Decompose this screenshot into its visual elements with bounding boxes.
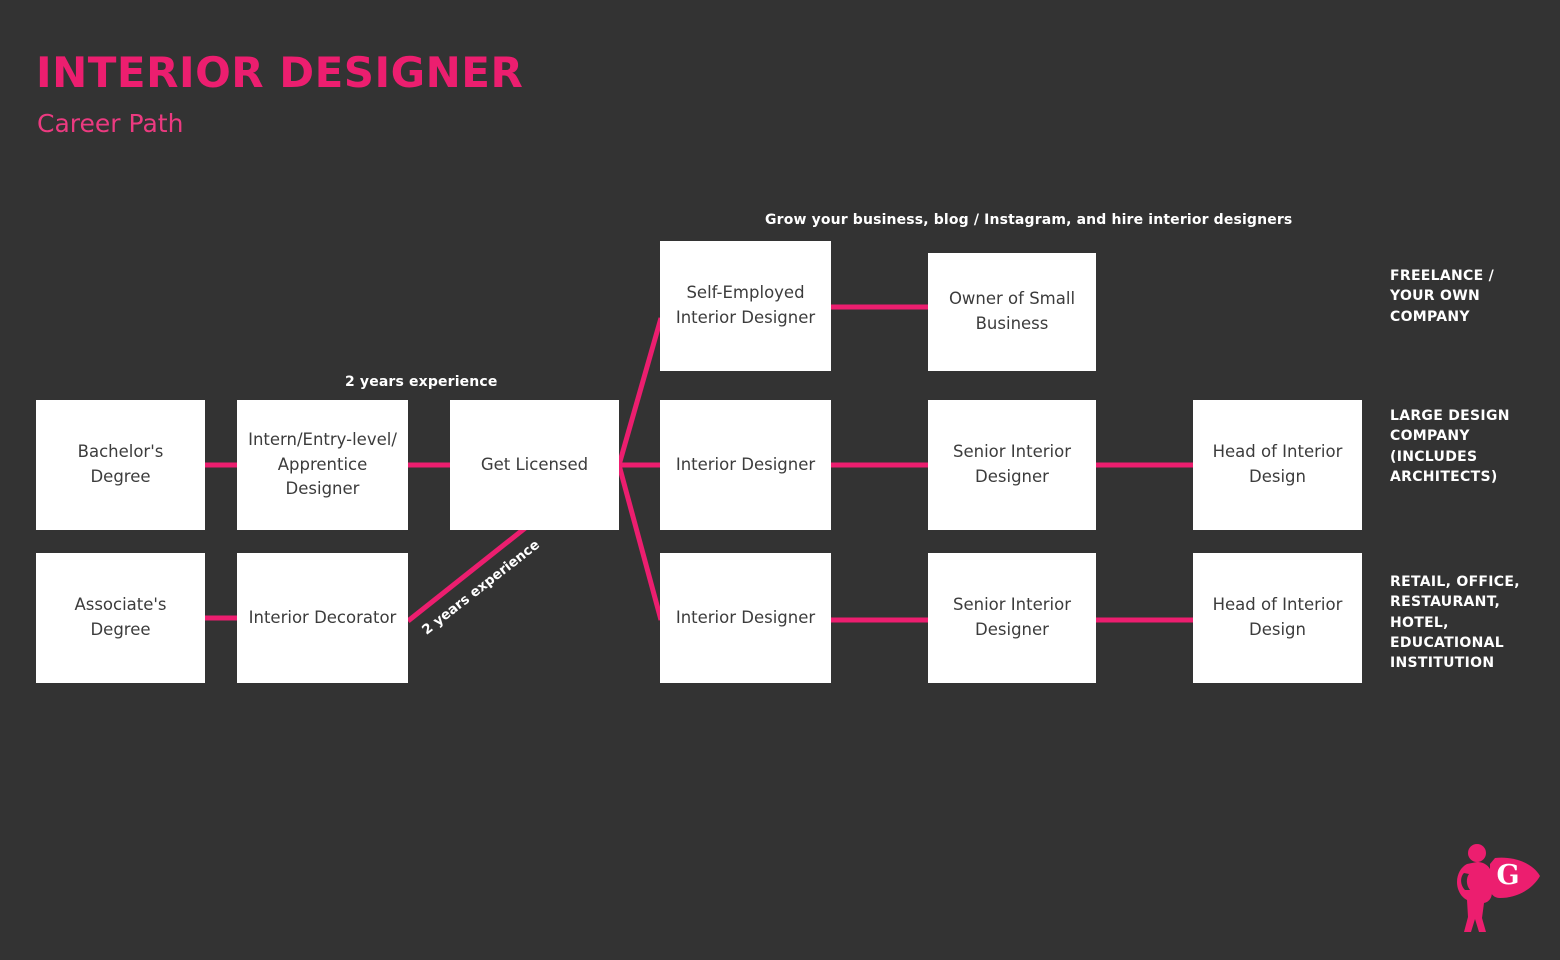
node-head-of-interior-design-mid[interactable]: Head of Interior Design	[1193, 400, 1362, 530]
node-owner-of-small-business[interactable]: Owner of Small Business	[928, 253, 1096, 371]
body-shape	[1457, 862, 1492, 932]
node-senior-interior-designer-mid[interactable]: Senior Interior Designer	[928, 400, 1096, 530]
node-label: Head of Interior Design	[1212, 595, 1343, 639]
node-label: Interior Decorator	[248, 607, 397, 627]
node-label: Intern/Entry-level/ Apprentice Designer	[248, 429, 397, 499]
page-subtitle: Career Path	[37, 109, 184, 138]
category-freelance: FREELANCE / YOUR OWN COMPANY	[1390, 268, 1495, 325]
category-retail-office: RETAIL, OFFICE, RESTAURANT, HOTEL, EDUCA…	[1390, 574, 1520, 672]
note-experience-upper: 2 years experience	[345, 374, 498, 390]
page-title: INTERIOR DESIGNER	[36, 48, 524, 97]
node-label: Bachelor's Degree	[77, 442, 164, 486]
head-shape	[1468, 844, 1486, 862]
node-senior-interior-designer-low[interactable]: Senior Interior Designer	[928, 553, 1096, 683]
node-label: Interior Designer	[675, 607, 816, 627]
node-label: Owner of Small Business	[948, 289, 1076, 333]
node-bachelors-degree[interactable]: Bachelor's Degree	[36, 400, 205, 530]
link-licensed-to-self-employed	[616, 317, 664, 466]
node-associates-degree[interactable]: Associate's Degree	[36, 553, 205, 683]
node-label: Get Licensed	[480, 454, 589, 474]
logo-letter: G	[1496, 860, 1519, 891]
node-label: Senior Interior Designer	[953, 595, 1071, 639]
node-label: Self-Employed Interior Designer	[675, 283, 816, 327]
node-get-licensed[interactable]: Get Licensed	[450, 400, 619, 530]
career-path-infographic: INTERIOR DESIGNER Career Path 2 years ex…	[0, 0, 1560, 960]
note-experience-diagonal: 2 years experience	[419, 536, 543, 639]
note-grow-business: Grow your business, blog / Instagram, an…	[765, 212, 1293, 228]
node-head-of-interior-design-low[interactable]: Head of Interior Design	[1193, 553, 1362, 683]
node-label: Head of Interior Design	[1212, 442, 1343, 486]
node-interior-designer-low[interactable]: Interior Designer	[660, 553, 831, 683]
node-self-employed-interior-designer[interactable]: Self-Employed Interior Designer	[660, 241, 831, 371]
node-interior-decorator[interactable]: Interior Decorator	[237, 553, 408, 683]
node-label: Associate's Degree	[74, 595, 167, 639]
link-decorator-to-licensed	[406, 519, 536, 623]
node-label: Interior Designer	[675, 454, 816, 474]
node-interior-designer-mid[interactable]: Interior Designer	[660, 400, 831, 530]
node-label: Senior Interior Designer	[953, 442, 1071, 486]
category-large-design-company: LARGE DESIGN COMPANY (INCLUDES ARCHITECT…	[1390, 408, 1510, 485]
superhero-logo: G	[1457, 844, 1540, 932]
node-intern-entry-level[interactable]: Intern/Entry-level/ Apprentice Designer	[237, 400, 408, 530]
link-licensed-to-designer-low	[616, 464, 664, 621]
